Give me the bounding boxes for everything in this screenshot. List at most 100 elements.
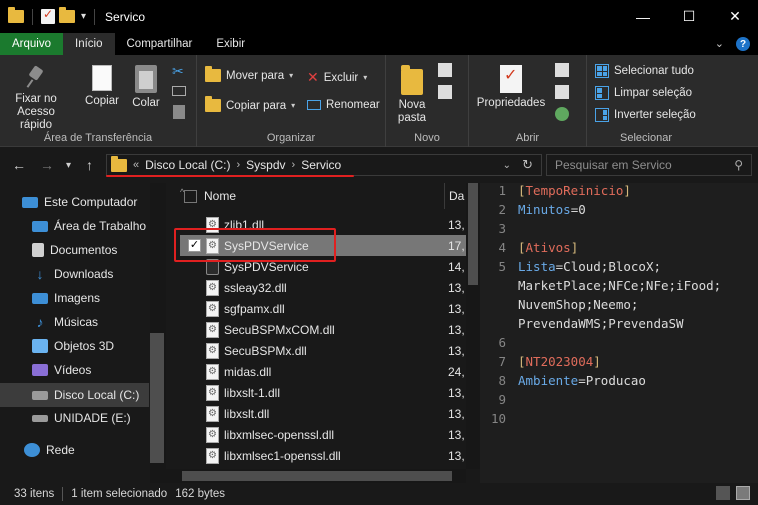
pin-quick-access-button[interactable]: Fixar no Acesso rápido: [6, 65, 66, 132]
edit-icon[interactable]: [555, 85, 569, 99]
invert-selection-button[interactable]: Inverter seleção: [595, 108, 696, 122]
column-header-name[interactable]: Nome: [180, 183, 460, 209]
sidebar-item-rede[interactable]: Rede: [0, 438, 149, 462]
sidebar-item-este-computador[interactable]: Este Computador: [0, 190, 149, 214]
sidebar-item-label: Imagens: [54, 291, 101, 305]
file-row[interactable]: midas.dll 24,: [180, 361, 466, 382]
preview-line: MarketPlace;NFCe;NFe;iFood;: [480, 278, 721, 297]
line-number: 8: [498, 373, 506, 388]
tab-inicio[interactable]: Início: [63, 33, 115, 55]
file-row[interactable]: libxslt.dll 13,: [180, 403, 466, 424]
line-number: 7: [498, 354, 506, 369]
sidebar-item-downloads[interactable]: ↓ Downloads: [0, 262, 149, 286]
divider: [94, 8, 96, 25]
folder-icon: [111, 155, 127, 172]
address-dropdown-icon[interactable]: ⌄: [503, 160, 511, 171]
move-to-button[interactable]: Mover para ▾: [205, 66, 293, 82]
new-item-icon[interactable]: [438, 63, 452, 77]
new-folder-quick-icon[interactable]: [59, 7, 75, 23]
chevron-right-icon[interactable]: ›: [236, 159, 240, 171]
file-date: 13,: [448, 322, 465, 337]
details-view-icon[interactable]: [716, 486, 730, 500]
collapse-ribbon-icon[interactable]: ⌄: [715, 37, 724, 51]
tab-arquivo[interactable]: Arquivo: [0, 33, 63, 55]
history-icon[interactable]: [555, 107, 569, 121]
divider: [32, 8, 33, 25]
dll-file-icon: [206, 426, 219, 443]
column-header-date[interactable]: Da: [444, 183, 464, 209]
sidebar-item-objetos-3d[interactable]: Objetos 3D: [0, 334, 149, 358]
breadcrumb-servico[interactable]: Servico: [301, 158, 341, 172]
file-name: midas.dll: [224, 364, 272, 379]
refresh-icon[interactable]: ↻: [522, 157, 533, 173]
select-group: Selecionar tudo Limpar seleção Inverter …: [587, 55, 705, 147]
address-highlight-underline: [106, 175, 354, 177]
copy-path-icon[interactable]: [172, 86, 186, 96]
file-row[interactable]: libxslt-1.dll 13,: [180, 382, 466, 403]
tab-exibir[interactable]: Exibir: [204, 33, 257, 55]
recent-locations-icon[interactable]: ▾: [66, 160, 71, 171]
sidebar-scrollbar-thumb[interactable]: [150, 333, 164, 463]
copy-button[interactable]: Copiar: [82, 62, 122, 108]
sidebar-item-imagens[interactable]: Imagens: [0, 286, 149, 310]
breadcrumb-syspdv[interactable]: Syspdv: [246, 158, 285, 172]
clear-selection-button[interactable]: Limpar seleção: [595, 86, 692, 100]
sidebar-item-documentos[interactable]: Documentos: [0, 238, 149, 262]
delete-button[interactable]: ✕ Excluir ▾: [307, 69, 367, 86]
file-date: 13,: [448, 448, 465, 463]
search-box[interactable]: Pesquisar em Servico ⚲: [546, 154, 752, 176]
sidebar-item-videos[interactable]: Vídeos: [0, 358, 149, 382]
file-row[interactable]: libxmlsec-openssl.dll 13,: [180, 424, 466, 445]
paste-shortcut-icon[interactable]: [173, 105, 185, 119]
file-list-vertical-thumb[interactable]: [468, 183, 478, 285]
properties-quick-icon[interactable]: [41, 7, 55, 24]
paste-button[interactable]: Colar: [126, 65, 166, 110]
file-row[interactable]: ssleay32.dll 13,: [180, 277, 466, 298]
clear-selection-icon: [595, 86, 609, 100]
easy-access-icon[interactable]: [438, 85, 452, 99]
chevron-right-icon[interactable]: ›: [292, 159, 296, 171]
select-all-checkbox[interactable]: [184, 189, 197, 203]
file-date: 13,: [448, 217, 465, 232]
tab-compartilhar[interactable]: Compartilhar: [115, 33, 205, 55]
file-row[interactable]: sgfpamx.dll 13,: [180, 298, 466, 319]
file-row[interactable]: SecuBSPMx.dll 13,: [180, 340, 466, 361]
file-row[interactable]: libxmlsec1-openssl.dll 13,: [180, 445, 466, 466]
new-folder-button[interactable]: Nova pasta: [392, 65, 432, 125]
file-list-horizontal-thumb[interactable]: [182, 471, 452, 481]
select-all-button[interactable]: Selecionar tudo: [595, 64, 694, 78]
sidebar-item-label: Documentos: [50, 243, 118, 257]
open-icon[interactable]: [555, 63, 569, 77]
large-icons-view-icon[interactable]: [736, 486, 750, 500]
new-folder-icon: [401, 65, 423, 95]
help-icon[interactable]: ?: [736, 37, 750, 51]
preview-line: 6: [480, 335, 518, 354]
up-arrow-icon[interactable]: ↑: [86, 157, 93, 173]
sidebar-item-unidade-e[interactable]: UNIDADE (E:): [0, 406, 149, 430]
sidebar-item-musicas[interactable]: ♪ Músicas: [0, 310, 149, 334]
invert-selection-label: Inverter seleção: [614, 109, 696, 121]
organize-group: Mover para ▾ Copiar para ▾ ✕ Excluir ▾ R…: [197, 55, 386, 147]
properties-button[interactable]: Propriedades: [475, 65, 547, 110]
rename-label: Renomear: [326, 99, 380, 111]
close-button[interactable]: ✕: [712, 0, 758, 33]
overflow-chevron-icon[interactable]: «: [133, 159, 139, 171]
back-arrow-icon[interactable]: ←: [12, 157, 26, 173]
line-number: [480, 297, 518, 316]
dll-file-icon: [206, 384, 219, 401]
file-date: 13,: [448, 343, 465, 358]
cut-icon[interactable]: ✂: [172, 63, 184, 80]
breadcrumb-disco-local[interactable]: Disco Local (C:): [145, 158, 230, 172]
minimize-button[interactable]: —: [620, 0, 666, 33]
sidebar-item-area-de-trabalho[interactable]: Área de Trabalho: [0, 214, 149, 238]
ini-value: Producao: [585, 373, 646, 388]
file-row[interactable]: SecuBSPMxCOM.dll 13,: [180, 319, 466, 340]
address-bar[interactable]: « Disco Local (C:) › Syspdv › Servico ⌄ …: [106, 154, 542, 176]
forward-arrow-icon[interactable]: →: [40, 157, 54, 173]
ini-key: Ambiente: [518, 373, 579, 388]
customize-toolbar-icon[interactable]: ▾: [81, 11, 86, 22]
maximize-button[interactable]: ☐: [666, 0, 712, 33]
rename-button[interactable]: Renomear: [307, 99, 380, 111]
copy-to-button[interactable]: Copiar para ▾: [205, 96, 295, 112]
sidebar-item-disco-local[interactable]: Disco Local (C:): [0, 383, 149, 407]
